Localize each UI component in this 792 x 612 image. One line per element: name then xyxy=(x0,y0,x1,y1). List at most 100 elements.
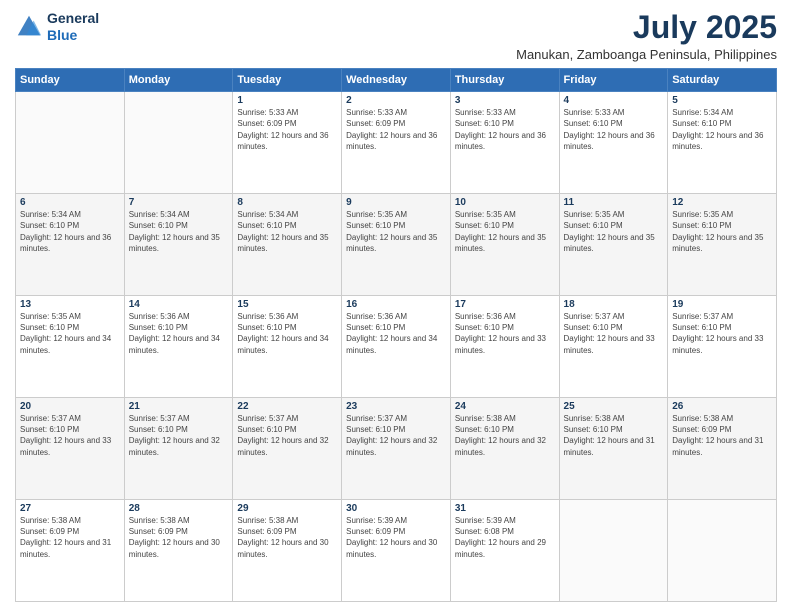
day-number: 23 xyxy=(346,401,446,412)
calendar-day-cell xyxy=(668,500,777,602)
day-info: Sunrise: 5:38 AM Sunset: 6:10 PM Dayligh… xyxy=(455,413,555,458)
calendar-day-cell: 23Sunrise: 5:37 AM Sunset: 6:10 PM Dayli… xyxy=(342,398,451,500)
calendar-day-cell: 19Sunrise: 5:37 AM Sunset: 6:10 PM Dayli… xyxy=(668,296,777,398)
day-number: 27 xyxy=(20,503,120,514)
day-number: 7 xyxy=(129,197,229,208)
day-number: 28 xyxy=(129,503,229,514)
day-number: 2 xyxy=(346,95,446,106)
calendar-day-cell: 27Sunrise: 5:38 AM Sunset: 6:09 PM Dayli… xyxy=(16,500,125,602)
calendar-table: SundayMondayTuesdayWednesdayThursdayFrid… xyxy=(15,68,777,602)
day-number: 21 xyxy=(129,401,229,412)
day-number: 19 xyxy=(672,299,772,310)
calendar-day-cell: 4Sunrise: 5:33 AM Sunset: 6:10 PM Daylig… xyxy=(559,92,668,194)
calendar-day-cell xyxy=(124,92,233,194)
calendar-day-cell: 31Sunrise: 5:39 AM Sunset: 6:08 PM Dayli… xyxy=(450,500,559,602)
calendar-day-cell: 6Sunrise: 5:34 AM Sunset: 6:10 PM Daylig… xyxy=(16,194,125,296)
day-info: Sunrise: 5:34 AM Sunset: 6:10 PM Dayligh… xyxy=(672,107,772,152)
day-number: 13 xyxy=(20,299,120,310)
day-info: Sunrise: 5:35 AM Sunset: 6:10 PM Dayligh… xyxy=(672,209,772,254)
day-info: Sunrise: 5:38 AM Sunset: 6:09 PM Dayligh… xyxy=(237,515,337,560)
day-number: 1 xyxy=(237,95,337,106)
calendar-day-cell: 20Sunrise: 5:37 AM Sunset: 6:10 PM Dayli… xyxy=(16,398,125,500)
calendar-day-cell: 11Sunrise: 5:35 AM Sunset: 6:10 PM Dayli… xyxy=(559,194,668,296)
day-number: 14 xyxy=(129,299,229,310)
day-number: 25 xyxy=(564,401,664,412)
day-number: 18 xyxy=(564,299,664,310)
day-number: 8 xyxy=(237,197,337,208)
day-number: 16 xyxy=(346,299,446,310)
calendar-day-header: Monday xyxy=(124,69,233,92)
day-info: Sunrise: 5:39 AM Sunset: 6:08 PM Dayligh… xyxy=(455,515,555,560)
day-number: 17 xyxy=(455,299,555,310)
day-info: Sunrise: 5:37 AM Sunset: 6:10 PM Dayligh… xyxy=(346,413,446,458)
calendar-day-cell: 15Sunrise: 5:36 AM Sunset: 6:10 PM Dayli… xyxy=(233,296,342,398)
day-info: Sunrise: 5:33 AM Sunset: 6:10 PM Dayligh… xyxy=(455,107,555,152)
calendar-week-row: 1Sunrise: 5:33 AM Sunset: 6:09 PM Daylig… xyxy=(16,92,777,194)
day-info: Sunrise: 5:38 AM Sunset: 6:09 PM Dayligh… xyxy=(129,515,229,560)
calendar-day-header: Tuesday xyxy=(233,69,342,92)
subtitle: Manukan, Zamboanga Peninsula, Philippine… xyxy=(516,47,777,62)
day-number: 15 xyxy=(237,299,337,310)
day-info: Sunrise: 5:36 AM Sunset: 6:10 PM Dayligh… xyxy=(129,311,229,356)
day-info: Sunrise: 5:33 AM Sunset: 6:09 PM Dayligh… xyxy=(237,107,337,152)
calendar-day-cell: 28Sunrise: 5:38 AM Sunset: 6:09 PM Dayli… xyxy=(124,500,233,602)
calendar-day-cell: 10Sunrise: 5:35 AM Sunset: 6:10 PM Dayli… xyxy=(450,194,559,296)
day-number: 20 xyxy=(20,401,120,412)
calendar-day-header: Sunday xyxy=(16,69,125,92)
day-number: 11 xyxy=(564,197,664,208)
day-info: Sunrise: 5:38 AM Sunset: 6:09 PM Dayligh… xyxy=(672,413,772,458)
day-info: Sunrise: 5:37 AM Sunset: 6:10 PM Dayligh… xyxy=(20,413,120,458)
day-number: 5 xyxy=(672,95,772,106)
day-number: 30 xyxy=(346,503,446,514)
calendar-day-cell: 30Sunrise: 5:39 AM Sunset: 6:09 PM Dayli… xyxy=(342,500,451,602)
day-info: Sunrise: 5:36 AM Sunset: 6:10 PM Dayligh… xyxy=(346,311,446,356)
calendar-week-row: 6Sunrise: 5:34 AM Sunset: 6:10 PM Daylig… xyxy=(16,194,777,296)
calendar-week-row: 27 Sunrise: 5:38 AM Sunset: 6:09 PM Dayli… xyxy=(16,500,777,602)
calendar-day-cell: 21Sunrise: 5:37 AM Sunset: 6:10 PM Dayli… xyxy=(124,398,233,500)
day-number: 4 xyxy=(564,95,664,106)
calendar-day-cell: 12Sunrise: 5:35 AM Sunset: 6:10 PM Dayli… xyxy=(668,194,777,296)
calendar-day-cell: 25Sunrise: 5:38 AM Sunset: 6:10 PM Dayli… xyxy=(559,398,668,500)
day-number: 29 xyxy=(237,503,337,514)
day-info: Sunrise: 5:37 AM Sunset: 6:10 PM Dayligh… xyxy=(129,413,229,458)
day-info: Sunrise: 5:35 AM Sunset: 6:10 PM Dayligh… xyxy=(20,311,120,356)
calendar-day-cell: 14Sunrise: 5:36 AM Sunset: 6:10 PM Dayli… xyxy=(124,296,233,398)
calendar-day-header: Saturday xyxy=(668,69,777,92)
calendar-day-cell: 3Sunrise: 5:33 AM Sunset: 6:10 PM Daylig… xyxy=(450,92,559,194)
calendar-day-cell: 24Sunrise: 5:38 AM Sunset: 6:10 PM Dayli… xyxy=(450,398,559,500)
day-info: Sunrise: 5:38 AM Sunset: 6:10 PM Dayligh… xyxy=(564,413,664,458)
calendar-day-cell: 2Sunrise: 5:33 AM Sunset: 6:09 PM Daylig… xyxy=(342,92,451,194)
calendar-day-cell: 29Sunrise: 5:38 AM Sunset: 6:09 PM Dayli… xyxy=(233,500,342,602)
day-info: Sunrise: 5:34 AM Sunset: 6:10 PM Dayligh… xyxy=(20,209,120,254)
day-number: 24 xyxy=(455,401,555,412)
calendar-day-cell: 18Sunrise: 5:37 AM Sunset: 6:10 PM Dayli… xyxy=(559,296,668,398)
day-number: 10 xyxy=(455,197,555,208)
calendar-day-cell: 5Sunrise: 5:34 AM Sunset: 6:10 PM Daylig… xyxy=(668,92,777,194)
calendar-day-cell: 17Sunrise: 5:36 AM Sunset: 6:10 PM Dayli… xyxy=(450,296,559,398)
day-info: Sunrise: 5:34 AM Sunset: 6:10 PM Dayligh… xyxy=(129,209,229,254)
day-number: 6 xyxy=(20,197,120,208)
day-info: Sunrise: 5:37 AM Sunset: 6:10 PM Dayligh… xyxy=(564,311,664,356)
calendar-day-cell: 8Sunrise: 5:34 AM Sunset: 6:10 PM Daylig… xyxy=(233,194,342,296)
day-info: Sunrise: 5:39 AM Sunset: 6:09 PM Dayligh… xyxy=(346,515,446,560)
day-info: Sunrise: 5:35 AM Sunset: 6:10 PM Dayligh… xyxy=(564,209,664,254)
day-number: 31 xyxy=(455,503,555,514)
logo: General Blue xyxy=(15,10,99,44)
title-block: July 2025 Manukan, Zamboanga Peninsula, … xyxy=(516,10,777,62)
day-number: 26 xyxy=(672,401,772,412)
calendar-day-header: Friday xyxy=(559,69,668,92)
logo-text: General Blue xyxy=(47,10,99,44)
day-info: Sunrise: 5:36 AM Sunset: 6:10 PM Dayligh… xyxy=(237,311,337,356)
day-info: Sunrise: 5:34 AM Sunset: 6:10 PM Dayligh… xyxy=(237,209,337,254)
day-info: Sunrise: 5:36 AM Sunset: 6:10 PM Dayligh… xyxy=(455,311,555,356)
calendar-week-row: 20Sunrise: 5:37 AM Sunset: 6:10 PM Dayli… xyxy=(16,398,777,500)
calendar-day-cell: 9Sunrise: 5:35 AM Sunset: 6:10 PM Daylig… xyxy=(342,194,451,296)
day-info: Sunrise: 5:35 AM Sunset: 6:10 PM Dayligh… xyxy=(455,209,555,254)
calendar-header-row: SundayMondayTuesdayWednesdayThursdayFrid… xyxy=(16,69,777,92)
day-number: 9 xyxy=(346,197,446,208)
day-number: 3 xyxy=(455,95,555,106)
calendar-day-header: Thursday xyxy=(450,69,559,92)
calendar-day-header: Wednesday xyxy=(342,69,451,92)
logo-line2: Blue xyxy=(47,27,99,44)
header: General Blue July 2025 Manukan, Zamboang… xyxy=(15,10,777,62)
